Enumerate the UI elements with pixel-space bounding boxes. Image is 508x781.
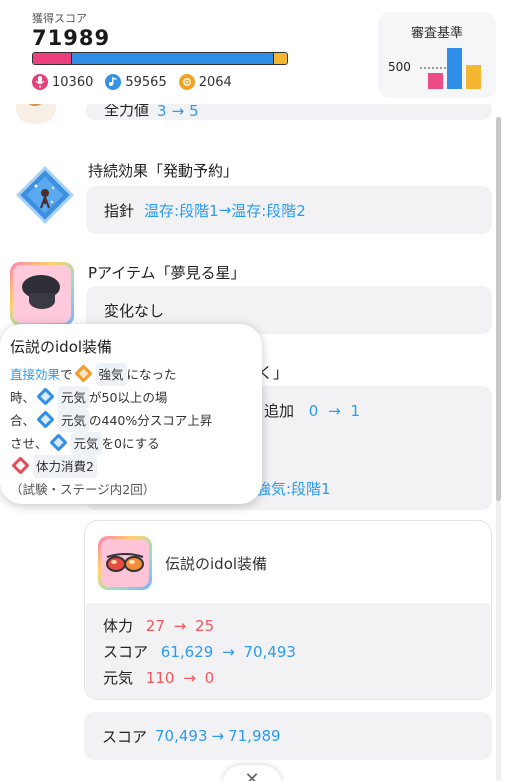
pending-effect-icon — [16, 166, 74, 224]
row-label: 体力 — [103, 617, 134, 635]
star-hat-item-icon — [10, 262, 74, 326]
tooltip-text: させ、 — [10, 436, 48, 451]
card-name: 伝説のidol装備 — [165, 555, 268, 573]
card-header: 伝説のidol装備 — [85, 521, 491, 603]
arrow: → — [173, 617, 187, 635]
score-header: 獲得スコア 71989 10360 59565 2064 審査基準 500 — [0, 0, 508, 104]
dance-score-segment — [70, 53, 274, 64]
tooltip-title: 伝説のidol装備 — [10, 338, 113, 356]
row-after: 0 — [204, 669, 215, 687]
genki-label: 元気 — [58, 386, 90, 409]
card-row-hp: 体力 27 → 25 — [103, 613, 473, 639]
entry-row-before: 0 — [308, 402, 319, 420]
entry-row-after: 1 — [350, 402, 361, 420]
sunglasses-card-icon — [98, 536, 152, 590]
entry-label: 指針 — [104, 201, 135, 220]
vocal-score-segment — [33, 53, 71, 64]
entry-title: 持続効果「発動予約」 — [88, 162, 239, 180]
strong-stance-label: 強気 — [95, 363, 127, 386]
total-score-row: スコア 70,493 → 71,989 — [84, 712, 492, 760]
criteria-visual-bar — [466, 65, 481, 89]
row-after: 70,493 — [243, 643, 296, 661]
usage-limit: （試験・ステージ内2回） — [10, 482, 156, 497]
dance-stat: 59565 — [105, 74, 167, 90]
tooltip-text: で — [60, 367, 73, 382]
row-before: 27 — [145, 617, 165, 635]
entry-row: 追加 0 → 1 — [264, 400, 360, 421]
judging-criteria-panel[interactable]: 審査基準 500 — [378, 12, 496, 98]
partial-entry-before: 3 — [157, 102, 167, 120]
entry-after: 温存:段階2 — [231, 201, 306, 220]
skill-tooltip: 伝説のidol装備 直接効果で 強気 になった 時、 元気 が50以上の場 合、 元気 の4… — [0, 324, 262, 504]
entry-before: 温存:段階1 — [144, 201, 219, 220]
criteria-title: 審査基準 — [410, 26, 463, 41]
row-label: 元気 — [103, 669, 134, 687]
entry-row: 強気:段階1 — [256, 478, 331, 499]
criteria-dance-bar — [447, 48, 462, 89]
tooltip-text: 時、 — [10, 390, 36, 405]
entry-row-label: 追加 — [264, 402, 295, 420]
tooltip-text: になった — [126, 367, 177, 382]
dance-stat-value: 59565 — [125, 74, 167, 90]
entry-row-after: 強気:段階1 — [256, 480, 331, 498]
hp-cost-icon — [11, 456, 30, 475]
arrow: → — [328, 402, 341, 420]
arrow: → — [222, 643, 235, 661]
entry-title: Pアイテム「夢見る星」 — [88, 264, 246, 282]
genki-label: 元気 — [58, 409, 90, 432]
tooltip-text: の440%分スコア上昇 — [89, 413, 213, 428]
total-label: スコア — [102, 727, 148, 746]
arrow: → — [211, 727, 225, 745]
visual-stat-value: 2064 — [198, 74, 232, 90]
vocal-stat: 10360 — [32, 74, 93, 90]
score-progress-bar — [32, 52, 288, 65]
arrow: → — [183, 669, 196, 687]
score-breakdown: 10360 59565 2064 — [32, 74, 244, 90]
close-icon: ✕ — [244, 769, 260, 781]
total-after: 71,989 — [228, 727, 281, 745]
partial-entry-after: 5 — [189, 102, 199, 120]
close-button[interactable]: ✕ — [222, 765, 282, 781]
tooltip-text: 合、 — [10, 413, 36, 428]
scrollbar-thumb[interactable] — [496, 117, 501, 501]
visual-stat: 2064 — [178, 74, 232, 90]
strong-stance-icon — [73, 364, 93, 383]
arrow: → — [218, 201, 232, 219]
entry-detail-row: 指針 温存:段階1 → 温存:段階2 — [86, 186, 492, 234]
arrow: → — [171, 102, 185, 120]
score-label: 獲得スコア — [32, 12, 87, 25]
criteria-vocal-bar — [428, 73, 443, 89]
score-value: 71989 — [32, 26, 111, 50]
row-before: 110 — [145, 669, 175, 687]
criteria-threshold: 500 — [388, 60, 411, 74]
visual-icon — [178, 74, 195, 90]
genki-icon — [36, 387, 55, 406]
genki-label: 元気 — [70, 432, 102, 455]
genki-icon — [36, 410, 55, 429]
microphone-icon — [32, 74, 48, 90]
row-before: 61,629 — [160, 643, 214, 661]
entry-text: 変化なし — [104, 301, 165, 320]
row-after: 25 — [195, 617, 215, 635]
card-stat-changes: 体力 27 → 25 スコア 61,629 → 70,493 元気 110 → … — [86, 603, 490, 699]
tooltip-text: が50以上の場 — [89, 390, 168, 405]
tooltip-description: 直接効果で 強気 になった 時、 元気 が50以上の場 合、 元気 の440%分スコア上昇 … — [10, 363, 252, 501]
dance-icon — [105, 74, 122, 90]
total-before: 70,493 — [155, 727, 208, 745]
vocal-stat-value: 10360 — [52, 74, 94, 90]
skill-card-detail[interactable]: 伝説のidol装備 体力 27 → 25 スコア 61,629 → 70,493… — [84, 520, 492, 700]
entry-title-tail: く」 — [258, 364, 289, 382]
tooltip-text: を0にする — [101, 436, 160, 451]
row-label: スコア — [103, 643, 149, 661]
entry-title: く」 — [258, 362, 288, 383]
card-row-genki: 元気 110 → 0 — [103, 665, 473, 691]
direct-effect-link[interactable]: 直接効果 — [10, 367, 60, 382]
card-row-score: スコア 61,629 → 70,493 — [103, 639, 473, 665]
genki-icon — [48, 433, 68, 452]
hp-cost-label: 体力消費2 — [33, 455, 97, 478]
visual-score-segment — [273, 53, 287, 64]
